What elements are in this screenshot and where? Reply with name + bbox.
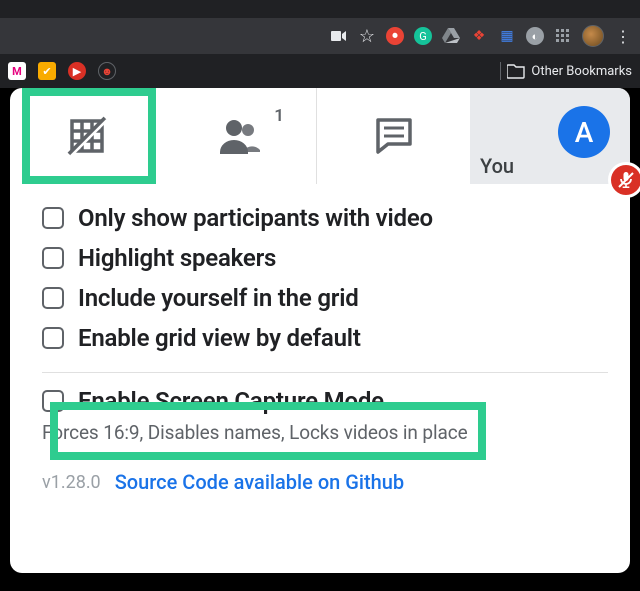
apps-grid-icon[interactable]	[554, 27, 572, 45]
tab-chat[interactable]	[317, 88, 470, 184]
other-bookmarks-label: Other Bookmarks	[531, 64, 632, 79]
checkbox[interactable]	[42, 287, 64, 309]
ext-icon-3[interactable]: ▦	[498, 27, 516, 45]
checkbox[interactable]	[42, 207, 64, 229]
bookmark-icon-4[interactable]: ☻	[98, 62, 116, 80]
option-include-yourself[interactable]: Include yourself in the grid	[42, 278, 608, 318]
people-count-badge: 1	[274, 106, 284, 126]
tab-grid-disabled[interactable]	[10, 88, 163, 184]
profile-avatar-icon[interactable]	[582, 25, 604, 47]
option-label: Enable grid view by default	[78, 324, 361, 352]
option-label: Highlight speakers	[78, 244, 276, 272]
chat-icon	[372, 114, 416, 158]
ext-icon-1[interactable]: ⏺	[386, 27, 404, 45]
bookmark-icon-2[interactable]: ✔	[38, 62, 56, 80]
folder-icon	[507, 63, 525, 79]
kebab-menu-icon[interactable]: ⋮	[614, 27, 632, 45]
self-label: You	[480, 154, 514, 178]
ext-icon-2[interactable]: ❖	[470, 27, 488, 45]
divider	[42, 372, 608, 373]
ext-icon-4[interactable]: ◐	[526, 27, 544, 45]
source-code-link[interactable]: Source Code available on Github	[115, 470, 404, 494]
screen-capture-description: Forces 16:9, Disables names, Locks video…	[42, 421, 608, 444]
bookmarks-bar: M ✔ ▶ ☻ Other Bookmarks	[0, 54, 640, 88]
browser-toolbar: ☆ ⏺ G ❖ ▦ ◐ ⋮	[0, 18, 640, 54]
option-enable-default[interactable]: Enable grid view by default	[42, 318, 608, 358]
option-highlight-speakers[interactable]: Highlight speakers	[42, 238, 608, 278]
self-video-tile[interactable]: You A	[470, 88, 630, 184]
drive-icon[interactable]	[442, 27, 460, 45]
video-icon	[330, 27, 348, 45]
bookmark-icon-3[interactable]: ▶	[68, 62, 86, 80]
people-icon	[214, 116, 266, 156]
version-label: v1.28.0	[42, 472, 101, 493]
other-bookmarks-button[interactable]: Other Bookmarks	[500, 62, 632, 80]
option-screen-capture[interactable]: Enable Screen Capture Mode	[42, 385, 608, 421]
grammarly-icon[interactable]: G	[414, 27, 432, 45]
mic-off-icon	[617, 171, 635, 189]
grid-off-icon	[64, 113, 110, 159]
option-label: Enable Screen Capture Mode	[78, 387, 384, 415]
option-only-video[interactable]: Only show participants with video	[42, 198, 608, 238]
bookmark-icon-1[interactable]: M	[8, 62, 26, 80]
checkbox[interactable]	[42, 247, 64, 269]
option-label: Include yourself in the grid	[78, 284, 359, 312]
checkbox[interactable]	[42, 327, 64, 349]
star-icon[interactable]: ☆	[358, 27, 376, 45]
tab-people[interactable]: 1	[163, 88, 317, 184]
option-label: Only show participants with video	[78, 204, 433, 232]
grid-view-panel: 1 You A	[10, 88, 630, 573]
avatar: A	[558, 106, 610, 158]
divider	[500, 62, 501, 80]
mic-muted-badge[interactable]	[608, 162, 640, 198]
checkbox[interactable]	[42, 390, 64, 412]
